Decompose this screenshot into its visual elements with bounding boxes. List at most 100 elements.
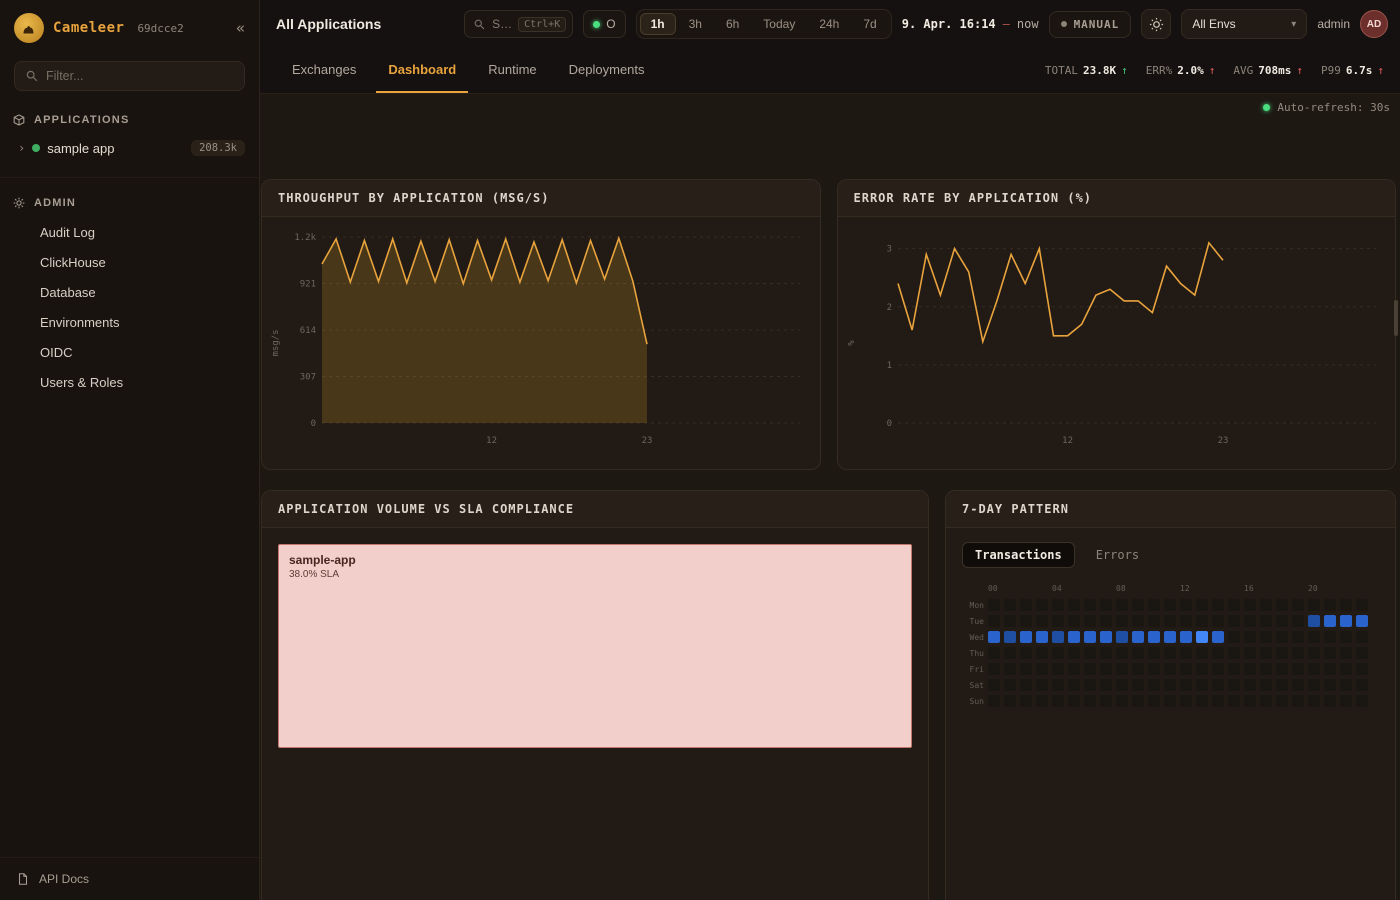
heatmap-cell[interactable]	[1324, 647, 1336, 659]
heatmap-cell[interactable]	[1084, 615, 1096, 627]
heatmap-cell[interactable]	[1036, 695, 1048, 707]
heatmap-cell[interactable]	[1068, 615, 1080, 627]
heatmap-cell[interactable]	[1132, 679, 1144, 691]
heatmap-cell[interactable]	[1148, 679, 1160, 691]
heatmap-cell[interactable]	[1356, 663, 1368, 675]
heatmap-cell[interactable]	[1148, 599, 1160, 611]
heatmap-cell[interactable]	[1308, 695, 1320, 707]
heatmap-cell[interactable]	[1244, 631, 1256, 643]
heatmap-cell[interactable]	[1228, 647, 1240, 659]
heatmap-cell[interactable]	[1212, 615, 1224, 627]
heatmap-cell[interactable]	[1196, 647, 1208, 659]
heatmap-cell[interactable]	[1100, 647, 1112, 659]
heatmap-cell[interactable]	[1164, 599, 1176, 611]
heatmap-cell[interactable]	[1004, 599, 1016, 611]
heatmap-cell[interactable]	[1068, 599, 1080, 611]
heatmap-cell[interactable]	[1036, 647, 1048, 659]
heatmap-cell[interactable]	[1052, 615, 1064, 627]
scrollbar-thumb[interactable]	[1394, 300, 1398, 336]
heatmap-cell[interactable]	[1116, 615, 1128, 627]
heatmap-cell[interactable]	[1020, 599, 1032, 611]
heatmap-cell[interactable]	[1084, 679, 1096, 691]
heatmap-cell[interactable]	[1292, 663, 1304, 675]
heatmap-cell[interactable]	[1308, 663, 1320, 675]
tab-deployments[interactable]: Deployments	[557, 48, 657, 93]
heatmap-cell[interactable]	[1340, 599, 1352, 611]
heatmap-cell[interactable]	[1276, 695, 1288, 707]
heatmap-cell[interactable]	[1100, 695, 1112, 707]
heatmap-cell[interactable]	[1324, 615, 1336, 627]
heatmap-cell[interactable]	[1036, 679, 1048, 691]
heatmap-cell[interactable]	[1020, 647, 1032, 659]
heatmap-cell[interactable]	[1276, 631, 1288, 643]
heatmap-cell[interactable]	[988, 615, 1000, 627]
environment-select[interactable]: All Envs ▾	[1181, 9, 1307, 39]
heatmap-cell[interactable]	[1356, 631, 1368, 643]
heatmap-cell[interactable]	[1356, 679, 1368, 691]
heatmap-cell[interactable]	[1196, 679, 1208, 691]
heatmap-cell[interactable]	[1196, 631, 1208, 643]
heatmap-cell[interactable]	[1276, 663, 1288, 675]
heatmap-cell[interactable]	[1212, 679, 1224, 691]
time-range-1h[interactable]: 1h	[640, 13, 676, 35]
heatmap-cell[interactable]	[988, 647, 1000, 659]
heatmap-cell[interactable]	[1260, 679, 1272, 691]
heatmap-cell[interactable]	[1196, 695, 1208, 707]
heatmap-cell[interactable]	[1068, 647, 1080, 659]
heatmap-cell[interactable]	[1292, 647, 1304, 659]
heatmap-cell[interactable]	[1148, 647, 1160, 659]
heatmap-cell[interactable]	[1132, 663, 1144, 675]
chevron-expand-icon[interactable]: ›	[18, 141, 25, 155]
time-range-today[interactable]: Today	[752, 13, 806, 35]
heatmap-cell[interactable]	[1244, 695, 1256, 707]
heatmap-cell[interactable]	[1212, 647, 1224, 659]
heatmap-cell[interactable]	[1244, 663, 1256, 675]
heatmap-cell[interactable]	[1276, 647, 1288, 659]
heatmap-cell[interactable]	[1260, 647, 1272, 659]
heatmap-cell[interactable]	[1244, 679, 1256, 691]
heatmap-cell[interactable]	[1308, 631, 1320, 643]
heatmap-cell[interactable]	[1340, 647, 1352, 659]
heatmap-cell[interactable]	[1020, 615, 1032, 627]
heatmap-cell[interactable]	[1260, 631, 1272, 643]
global-search[interactable]: S… Ctrl+K	[464, 10, 573, 38]
heatmap-cell[interactable]	[1148, 663, 1160, 675]
heatmap-cell[interactable]	[1084, 647, 1096, 659]
heatmap-cell[interactable]	[1356, 695, 1368, 707]
heatmap-cell[interactable]	[1148, 631, 1160, 643]
heatmap-cell[interactable]	[1212, 695, 1224, 707]
heatmap-cell[interactable]	[1052, 647, 1064, 659]
time-range-3h[interactable]: 3h	[678, 13, 713, 35]
heatmap-cell[interactable]	[1308, 647, 1320, 659]
sidebar-item-environments[interactable]: Environments	[0, 308, 259, 338]
heatmap-cell[interactable]	[1100, 631, 1112, 643]
heatmap-cell[interactable]	[1132, 631, 1144, 643]
heatmap-cell[interactable]	[1260, 663, 1272, 675]
api-docs-link[interactable]: API Docs	[0, 857, 259, 900]
heatmap-cell[interactable]	[1116, 647, 1128, 659]
heatmap-cell[interactable]	[988, 695, 1000, 707]
heatmap-cell[interactable]	[1084, 695, 1096, 707]
heatmap-cell[interactable]	[1212, 599, 1224, 611]
heatmap-cell[interactable]	[1020, 695, 1032, 707]
heatmap-cell[interactable]	[1084, 663, 1096, 675]
heatmap-cell[interactable]	[1180, 647, 1192, 659]
heatmap-cell[interactable]	[1340, 631, 1352, 643]
heatmap-cell[interactable]	[1100, 615, 1112, 627]
treemap-tile-sample-app[interactable]: sample-app 38.0% SLA	[278, 544, 912, 748]
heatmap-cell[interactable]	[1068, 663, 1080, 675]
heatmap-cell[interactable]	[1004, 679, 1016, 691]
heatmap-cell[interactable]	[1004, 615, 1016, 627]
sidebar-item-database[interactable]: Database	[0, 278, 259, 308]
heatmap-cell[interactable]	[1244, 615, 1256, 627]
heatmap-cell[interactable]	[1180, 599, 1192, 611]
heatmap-cell[interactable]	[1324, 679, 1336, 691]
heatmap-cell[interactable]	[988, 679, 1000, 691]
heatmap-cell[interactable]	[1356, 599, 1368, 611]
heatmap-cell[interactable]	[1324, 695, 1336, 707]
heatmap-cell[interactable]	[1148, 615, 1160, 627]
heatmap-cell[interactable]	[1004, 695, 1016, 707]
heatmap-cell[interactable]	[1164, 631, 1176, 643]
heatmap-cell[interactable]	[1164, 615, 1176, 627]
heatmap-cell[interactable]	[1196, 615, 1208, 627]
